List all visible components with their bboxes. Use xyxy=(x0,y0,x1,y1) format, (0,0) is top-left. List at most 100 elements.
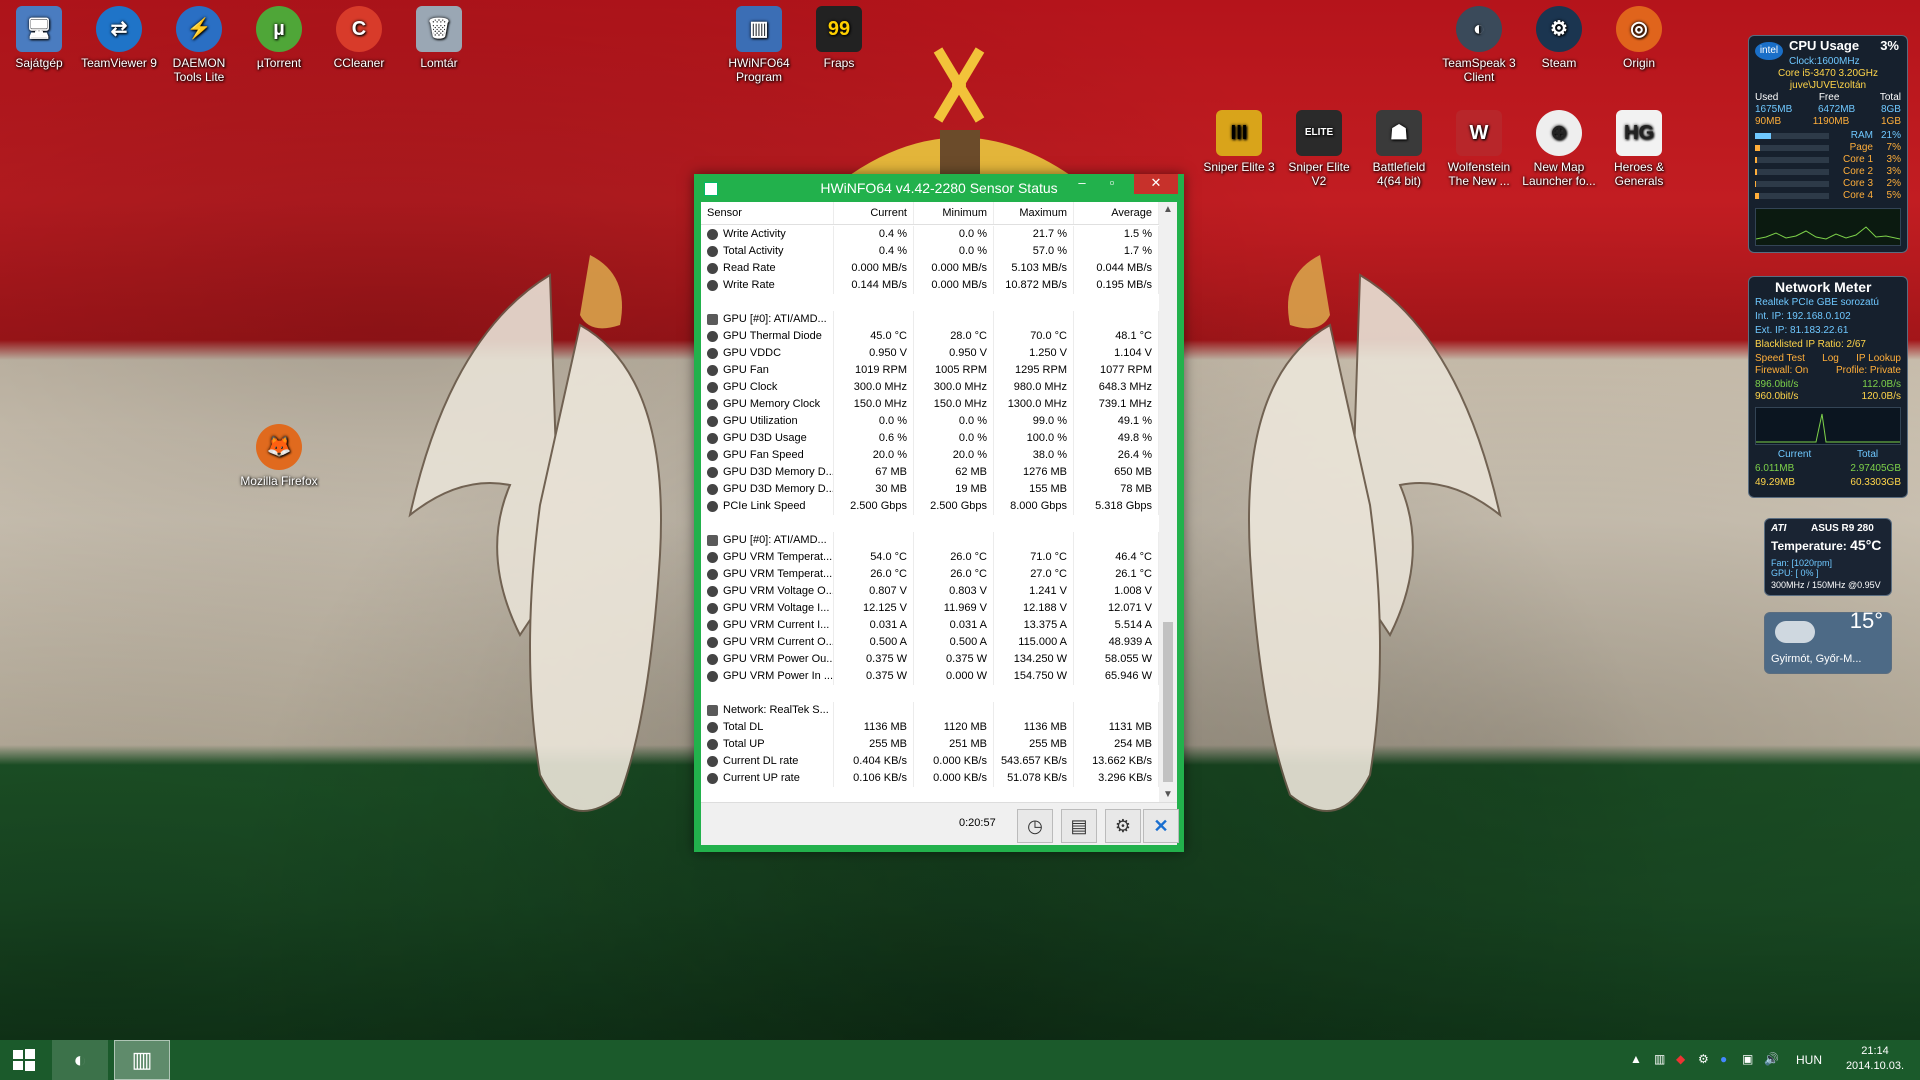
desktop-icon-steam[interactable]: ⚙ Steam xyxy=(1520,6,1598,70)
maximize-button[interactable]: ▫ xyxy=(1098,174,1126,194)
sensor-row[interactable]: GPU VRM Voltage I... 12.125 V 11.969 V 12.1… xyxy=(701,600,1159,617)
sensor-row[interactable]: GPU Thermal Diode 45.0 °C 28.0 °C 70.0 °C 48… xyxy=(701,328,1159,345)
volume-icon[interactable]: 🔊 xyxy=(1764,1052,1779,1066)
sensor-row[interactable]: GPU Utilization 0.0 % 0.0 % 99.0 % 49.1 % xyxy=(701,413,1159,430)
sensor-row[interactable]: GPU Fan Speed 20.0 % 20.0 % 38.0 % 26.4 % xyxy=(701,447,1159,464)
sensor-row[interactable]: GPU VDDC 0.950 V 0.950 V 1.250 V 1.104 V xyxy=(701,345,1159,362)
desktop-icon-new-map-launcher[interactable]: ⊕ New Map Launcher fo... xyxy=(1520,110,1598,188)
cpu-usage-gadget[interactable]: intel CPU Usage 3% Clock:1600MHz Core i5… xyxy=(1748,35,1908,253)
desktop-icon-sniper-elite-v2[interactable]: ELITE Sniper Elite V2 xyxy=(1280,110,1358,188)
speed-test-link[interactable]: Speed Test xyxy=(1755,353,1805,365)
sensor-row[interactable]: Total UP 255 MB 251 MB 255 MB 254 MB xyxy=(701,736,1159,753)
clock[interactable]: 21:14 2014.10.03. xyxy=(1840,1044,1910,1074)
net-adapter: Realtek PCIe GBE sorozatú xyxy=(1755,297,1879,308)
desktop-icon-utorrent[interactable]: µ µTorrent xyxy=(240,6,318,70)
exit-button[interactable]: ✕ xyxy=(1143,809,1179,843)
ip-lookup-link[interactable]: IP Lookup xyxy=(1856,353,1901,365)
desktop-icon-ccleaner[interactable]: C CCleaner xyxy=(320,6,398,70)
desktop-icon-daemon-tools[interactable]: ⚡ DAEMON Tools Lite xyxy=(160,6,238,84)
sensor-row[interactable]: GPU D3D Memory D... 67 MB 62 MB 1276 MB 650 … xyxy=(701,464,1159,481)
cpu-user: juve\JUVE\zoltán xyxy=(1789,80,1867,91)
close-button[interactable]: ✕ xyxy=(1134,174,1178,194)
usage-bar-fill xyxy=(1755,193,1759,199)
taskbar-teamspeak[interactable]: ◐ xyxy=(52,1040,108,1080)
sensor-current: 0.807 V xyxy=(834,583,914,600)
desktop-icon-fraps[interactable]: 99 Fraps xyxy=(800,6,878,70)
window-titlebar[interactable]: HWiNFO64 v4.42-2280 Sensor Status – ▫ ✕ xyxy=(694,174,1184,202)
sensor-group-row[interactable]: Network: RealTek S... xyxy=(701,702,1159,719)
hwinfo-icon: ▥ xyxy=(131,1047,153,1072)
desktop-icon-teamspeak[interactable]: ◐ TeamSpeak 3 Client xyxy=(1440,6,1518,84)
sensor-row[interactable]: Read Rate 0.000 MB/s 0.000 MB/s 5.103 MB/s 0… xyxy=(701,260,1159,277)
sensor-row[interactable]: GPU Memory Clock 150.0 MHz 150.0 MHz 1300.0… xyxy=(701,396,1159,413)
sensor-row[interactable]: PCIe Link Speed 2.500 Gbps 2.500 Gbps 8.000… xyxy=(701,498,1159,515)
sensor-icon xyxy=(707,416,718,427)
gpu-gadget[interactable]: ATI ASUS R9 280 Temperature: 45°C Fan: [… xyxy=(1764,518,1892,596)
net-blacklist: Blacklisted IP Ratio: 2/67 xyxy=(1755,339,1866,350)
sensor-row[interactable]: GPU VRM Power Ou... 0.375 W 0.375 W 134.250… xyxy=(701,651,1159,668)
desktop-icon-teamviewer[interactable]: ⇄ TeamViewer 9 xyxy=(80,6,158,70)
sensor-name: Read Rate xyxy=(701,260,834,277)
network-meter-gadget[interactable]: Network Meter Realtek PCIe GBE sorozatú … xyxy=(1748,276,1908,498)
desktop-icon-heroes-generals[interactable]: HG Heroes & Generals xyxy=(1600,110,1678,188)
show-hidden-icons[interactable]: ▲ xyxy=(1630,1052,1642,1066)
col-current[interactable]: Current xyxy=(834,202,914,224)
col-average[interactable]: Average xyxy=(1074,202,1159,224)
sensor-name: GPU VRM Current O... xyxy=(701,634,834,651)
sensor-row[interactable]: GPU VRM Temperat... 54.0 °C 26.0 °C 71.0 °C… xyxy=(701,549,1159,566)
scroll-up-icon[interactable]: ▲ xyxy=(1159,204,1177,215)
sensor-average: 78 MB xyxy=(1074,481,1159,498)
desktop-icon-firefox[interactable]: 🦊 Mozilla Firefox xyxy=(240,424,318,488)
sensor-row[interactable]: GPU D3D Memory D... 30 MB 19 MB 155 MB 78 MB xyxy=(701,481,1159,498)
weather-gadget[interactable]: 15° Gyirmót, Győr-M... xyxy=(1764,610,1892,674)
net-links: Speed Test Log IP Lookup xyxy=(1755,353,1901,365)
sensor-group-row[interactable]: GPU [#0]: ATI/AMD... xyxy=(701,532,1159,549)
sensor-row[interactable]: GPU VRM Current I... 0.031 A 0.031 A 13.375… xyxy=(701,617,1159,634)
sensor-maximum: 99.0 % xyxy=(994,413,1074,430)
sensor-row[interactable]: GPU VRM Current O... 0.500 A 0.500 A 115.00… xyxy=(701,634,1159,651)
start-button[interactable] xyxy=(0,1040,48,1080)
steam-tray-icon[interactable]: ⚙ xyxy=(1698,1052,1709,1066)
col-minimum[interactable]: Minimum xyxy=(914,202,994,224)
sensor-row[interactable]: GPU D3D Usage 0.6 % 0.0 % 100.0 % 49.8 % xyxy=(701,430,1159,447)
sensor-name: GPU VRM Power Ou... xyxy=(701,651,834,668)
sensor-row[interactable]: Total Activity 0.4 % 0.0 % 57.0 % 1.7 % xyxy=(701,243,1159,260)
desktop-icon-recycle-bin[interactable]: 🗑 Lomtár xyxy=(400,6,478,70)
desktop-icon-origin[interactable]: ◎ Origin xyxy=(1600,6,1678,70)
sensor-row[interactable]: Total DL 1136 MB 1120 MB 1136 MB 1131 MB xyxy=(701,719,1159,736)
scroll-down-icon[interactable]: ▼ xyxy=(1159,789,1177,800)
security-tray-icon[interactable]: ◆ xyxy=(1676,1052,1685,1066)
desktop-icon-wolfenstein[interactable]: W Wolfenstein The New ... xyxy=(1440,110,1518,188)
desktop-icon-battlefield-4[interactable]: ☗ Battlefield 4(64 bit) xyxy=(1360,110,1438,188)
col-sensor[interactable]: Sensor xyxy=(701,202,834,224)
vertical-scrollbar[interactable]: ▲ ▼ xyxy=(1159,202,1177,802)
sensor-row[interactable]: GPU Fan 1019 RPM 1005 RPM 1295 RPM 1077 RPM xyxy=(701,362,1159,379)
settings-button[interactable]: ⚙ xyxy=(1105,809,1141,843)
sensor-name: Write Activity xyxy=(701,226,834,243)
log-button[interactable]: ▤ xyxy=(1061,809,1097,843)
cpu-model: Core i5-3470 3.20GHz xyxy=(1777,68,1879,79)
sensor-row[interactable]: Write Activity 0.4 % 0.0 % 21.7 % 1.5 % xyxy=(701,226,1159,243)
desktop-icon-hwinfo[interactable]: ▥ HWiNFO64 Program xyxy=(720,6,798,84)
hwinfo-tray-icon[interactable]: ▥ xyxy=(1654,1052,1665,1066)
col-maximum[interactable]: Maximum xyxy=(994,202,1074,224)
clock-button[interactable]: ◷ xyxy=(1017,809,1053,843)
sensor-row[interactable]: GPU Clock 300.0 MHz 300.0 MHz 980.0 MHz 648.… xyxy=(701,379,1159,396)
sensor-row[interactable]: Current DL rate 0.404 KB/s 0.000 KB/s 543.6… xyxy=(701,753,1159,770)
taskbar-hwinfo[interactable]: ▥ xyxy=(114,1040,170,1080)
origin-tray-icon[interactable]: ● xyxy=(1720,1052,1727,1066)
log-link[interactable]: Log xyxy=(1822,353,1839,365)
scroll-thumb[interactable] xyxy=(1163,622,1173,782)
steam-icon: ⚙ xyxy=(1536,6,1582,52)
language-indicator[interactable]: HUN xyxy=(1796,1053,1822,1067)
sensor-row[interactable]: Write Rate 0.144 MB/s 0.000 MB/s 10.872 MB/… xyxy=(701,277,1159,294)
sensor-row[interactable]: GPU VRM Voltage O... 0.807 V 0.803 V 1.241 … xyxy=(701,583,1159,600)
sensor-group-row[interactable]: GPU [#0]: ATI/AMD... xyxy=(701,311,1159,328)
sensor-row[interactable]: Current UP rate 0.106 KB/s 0.000 KB/s 51.07… xyxy=(701,770,1159,787)
desktop-icon-sniper-elite-3[interactable]: III Sniper Elite 3 xyxy=(1200,110,1278,174)
desktop-icon-computer[interactable]: 🖥 Sajátgép xyxy=(0,6,78,70)
sensor-row[interactable]: GPU VRM Power In ... 0.375 W 0.000 W 154.75… xyxy=(701,668,1159,685)
sensor-row[interactable]: GPU VRM Temperat... 26.0 °C 26.0 °C 27.0 °C… xyxy=(701,566,1159,583)
network-tray-icon[interactable]: ▣ xyxy=(1742,1052,1753,1066)
minimize-button[interactable]: – xyxy=(1068,174,1096,194)
